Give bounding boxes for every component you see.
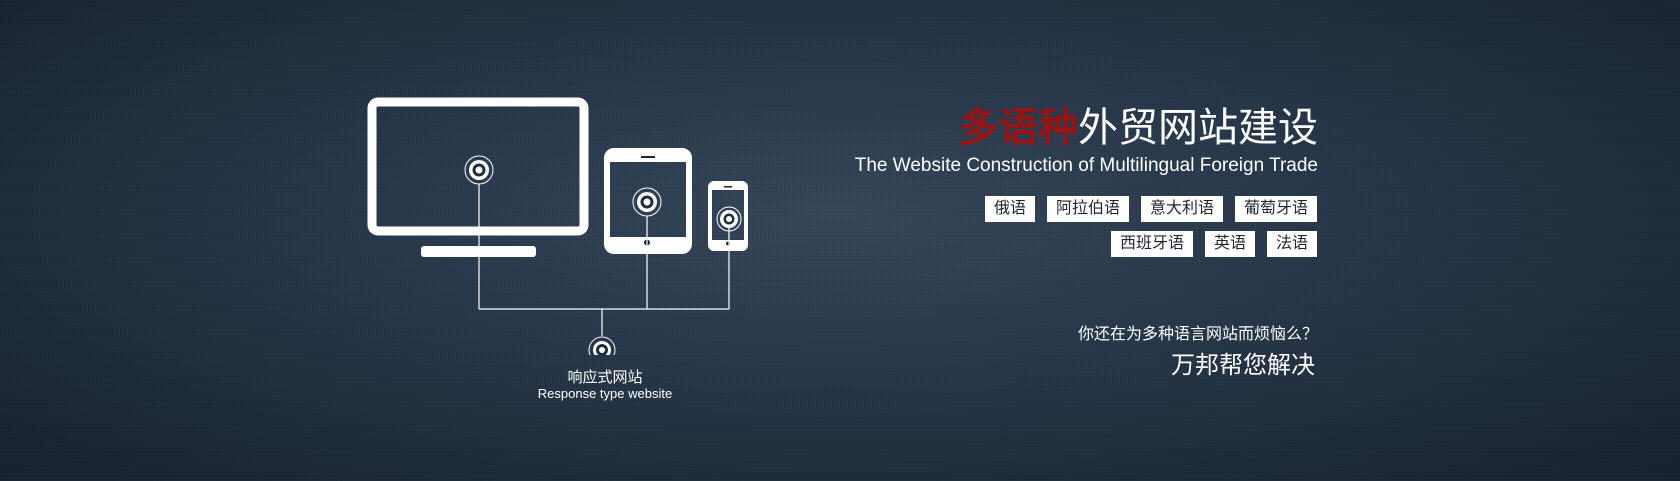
responsive-label-en: Response type website <box>537 386 673 401</box>
title-rest: 外贸网站建设 <box>1078 106 1318 150</box>
target-icon <box>632 187 662 217</box>
responsive-devices-graphic <box>367 97 748 355</box>
page-title: 多语种外贸网站建设 <box>958 104 1318 152</box>
language-tags-row-2: 西班牙语 英语 法语 <box>917 231 1317 257</box>
target-icon <box>464 155 494 185</box>
language-tag-english[interactable]: 英语 <box>1204 231 1255 257</box>
language-tags-row-1: 俄语 阿拉伯语 意大利语 葡萄牙语 <box>917 196 1317 222</box>
page-subtitle: The Website Construction of Multilingual… <box>854 155 1318 176</box>
background-texture <box>0 0 1680 481</box>
language-tag-italian[interactable]: 意大利语 <box>1140 196 1223 222</box>
responsive-label-cn: 响应式网站 <box>567 369 643 386</box>
title-highlight: 多语种 <box>958 105 1078 151</box>
language-tag-arabic[interactable]: 阿拉伯语 <box>1046 196 1129 222</box>
answer-text: 万邦帮您解决 <box>1171 352 1315 379</box>
question-text: 你还在为多种语言网站而烦恼么？ <box>1077 326 1318 343</box>
language-tag-spanish[interactable]: 西班牙语 <box>1110 231 1193 257</box>
target-icon <box>716 206 742 232</box>
language-tag-french[interactable]: 法语 <box>1266 231 1317 257</box>
language-tag-portuguese[interactable]: 葡萄牙语 <box>1234 196 1317 222</box>
language-tag-russian[interactable]: 俄语 <box>984 196 1035 222</box>
target-icon <box>588 336 616 355</box>
